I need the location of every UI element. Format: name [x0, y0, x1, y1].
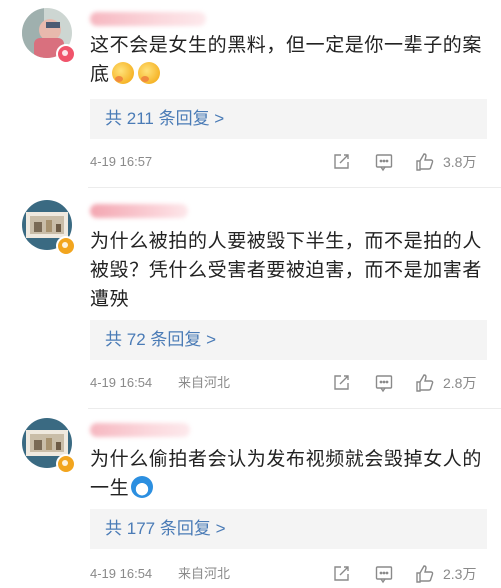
comment-icon[interactable]	[374, 373, 394, 393]
comment-text-body: 为什么被拍的人要被毁下半生，而不是拍的人被毁？凭什么受害者要被迫害，而不是加害者…	[90, 231, 483, 310]
like-icon[interactable]	[415, 373, 435, 393]
replies-suffix: 条回复 >	[159, 519, 226, 538]
replies-count: 211	[126, 109, 154, 128]
comment-text: 为什么偷拍者会认为发布视频就会毁掉女人的一生	[90, 445, 487, 503]
comment-time: 4-19 16:54	[90, 566, 153, 581]
replies-suffix: 条回复 >	[158, 109, 225, 128]
username-blurred[interactable]	[90, 204, 188, 218]
comment-icon[interactable]	[374, 564, 394, 584]
replies-prefix: 共	[105, 519, 122, 538]
share-icon[interactable]	[331, 564, 351, 584]
view-replies-button[interactable]: 共 211 条回复 >	[90, 99, 487, 139]
comment-item: 这不会是女生的黑料，但一定是你一辈子的案底 共 211 条回复 > 4-19 1…	[0, 0, 501, 188]
share-icon[interactable]	[331, 373, 351, 393]
replies-count: 177	[126, 519, 156, 538]
like-icon[interactable]	[415, 152, 435, 172]
comment-text: 这不会是女生的黑料，但一定是你一辈子的案底	[90, 31, 487, 89]
username-blurred[interactable]	[90, 12, 206, 26]
username-blurred[interactable]	[90, 423, 190, 437]
view-replies-button[interactable]: 共 72 条回复 >	[90, 320, 487, 360]
comment-time: 4-19 16:57	[90, 154, 153, 169]
comment-footer: 4-19 16:54 来自河北 2.8万	[90, 371, 487, 395]
like-count: 2.8万	[443, 375, 477, 391]
like-count: 3.8万	[443, 154, 477, 170]
verified-badge-icon	[56, 44, 76, 64]
comment-text: 为什么被拍的人要被毁下半生，而不是拍的人被毁？凭什么受害者要被迫害，而不是加害者…	[90, 227, 487, 314]
replies-suffix: 条回复 >	[150, 330, 217, 349]
comment-item: 为什么偷拍者会认为发布视频就会毁掉女人的一生 共 177 条回复 > 4-19 …	[0, 409, 501, 588]
comment-source: 来自河北	[178, 375, 231, 390]
share-icon[interactable]	[331, 152, 351, 172]
comment-footer: 4-19 16:57 3.8万	[90, 150, 487, 174]
replies-prefix: 共	[105, 109, 122, 128]
comment-time: 4-19 16:54	[90, 375, 153, 390]
verified-badge-icon	[56, 236, 76, 256]
doraemon-emoji-icon	[131, 476, 154, 498]
comment-item: 为什么被拍的人要被毁下半生，而不是拍的人被毁？凭什么受害者要被迫害，而不是加害者…	[0, 188, 501, 409]
view-replies-button[interactable]: 共 177 条回复 >	[90, 509, 487, 549]
like-count: 2.3万	[443, 566, 477, 582]
like-icon[interactable]	[415, 564, 435, 584]
replies-count: 72	[126, 330, 146, 349]
comment-source: 来自河北	[178, 566, 231, 581]
hug-emoji-icon	[137, 62, 160, 84]
hug-emoji-icon	[111, 62, 134, 84]
replies-prefix: 共	[105, 330, 122, 349]
comment-icon[interactable]	[374, 152, 394, 172]
comment-footer: 4-19 16:54 来自河北 2.3万	[90, 562, 487, 586]
verified-badge-icon	[56, 454, 76, 474]
